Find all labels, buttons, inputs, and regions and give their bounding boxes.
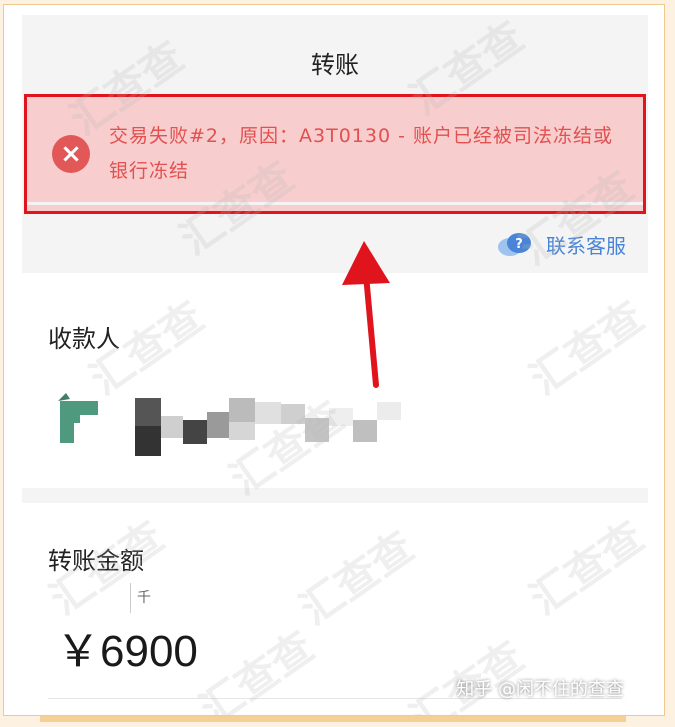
red-arrow-annotation	[342, 241, 390, 388]
payee-label: 收款人	[48, 325, 120, 353]
transfer-screen: 转账 × 交易失败#2，原因：A3T0130 - 账户已经被司法冻结或银行冻结 …	[22, 15, 648, 715]
page-title: 转账	[311, 51, 359, 79]
svg-text:?: ?	[515, 237, 523, 252]
chat-help-icon: ?	[498, 232, 531, 256]
contact-service-label: 联系客服	[546, 234, 626, 258]
footer-credit: 知乎 @闲不住的查查	[456, 679, 624, 700]
error-message: 交易失败#2，原因：A3T0130 - 账户已经被司法冻结或银行冻结	[109, 125, 613, 182]
bottom-accent-bar	[40, 716, 626, 722]
amount-label: 转账金额	[48, 547, 144, 575]
amount-input[interactable]: ￥6900	[56, 615, 198, 679]
payee-card: 收款人	[22, 273, 648, 488]
close-icon[interactable]: ×	[52, 135, 90, 173]
payee-name-redacted	[135, 398, 401, 456]
screenshot-frame: 转账 × 交易失败#2，原因：A3T0130 - 账户已经被司法冻结或银行冻结 …	[3, 4, 665, 716]
contact-service-link[interactable]: ? 联系客服	[496, 230, 626, 259]
payee-avatar	[58, 393, 98, 443]
error-banner: × 交易失败#2，原因：A3T0130 - 账户已经被司法冻结或银行冻结	[24, 94, 646, 214]
unit-hint: 千	[130, 583, 151, 613]
banner-divider	[27, 202, 643, 205]
